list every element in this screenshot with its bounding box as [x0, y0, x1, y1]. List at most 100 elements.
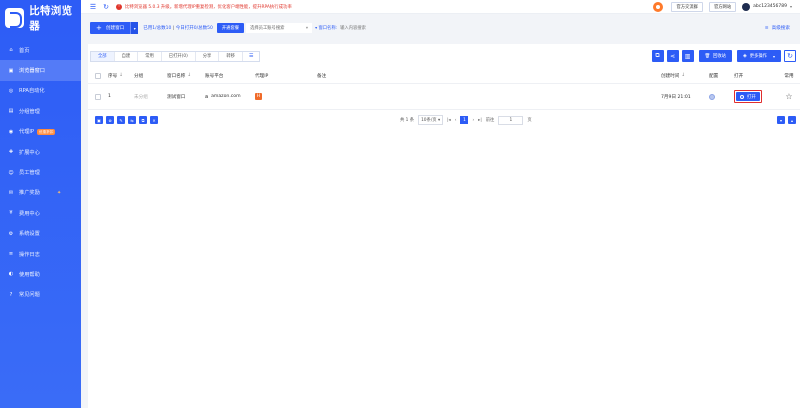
sidebar-item-employees[interactable]: ☺ 员工管理	[0, 162, 81, 182]
batch-actions: ▣ ⊗ ✎ ⇆ ⧉ ✕	[92, 116, 158, 124]
goto-page-input[interactable]: 1	[498, 115, 524, 125]
sidebar-item-groups[interactable]: ▤ 分组管理	[0, 101, 81, 121]
window-search-input[interactable]: 输入内容搜索	[340, 23, 601, 33]
tab-all[interactable]: 全部	[91, 51, 115, 61]
col-index-label: 序号	[108, 73, 118, 79]
recycle-bin-label: 回收站	[713, 54, 726, 59]
notice-text: 比特浏览器 5.0.3 升级。新增代理IP重复检测，优化客户端性能，提升RPA执…	[125, 4, 292, 10]
advanced-search-label: 高级搜索	[771, 26, 790, 31]
create-window-dropdown[interactable]: ▾	[130, 22, 139, 34]
batch-open-icon[interactable]: ▣	[95, 116, 103, 124]
scroll-top-icon[interactable]: ▴	[788, 116, 796, 124]
batch-close-icon[interactable]: ⊗	[106, 116, 114, 124]
recycle-bin-button[interactable]: 🗑 回收站	[698, 50, 732, 62]
sidebar-item-billing[interactable]: ¥ 费用中心	[0, 203, 81, 223]
sidebar-item-logs[interactable]: ≡ 操作日志	[0, 244, 81, 264]
sidebar-item-extensions[interactable]: ✚ 扩展中心	[0, 142, 81, 162]
official-site-button[interactable]: 官方网站	[708, 1, 737, 12]
wallet-icon: ¥	[9, 210, 13, 217]
row-platform-text: amazon.com	[211, 94, 241, 99]
columns-icon[interactable]: ▥	[681, 50, 694, 62]
scroll-bottom-icon[interactable]: ▾	[777, 116, 785, 124]
tab-transferred[interactable]: 转移	[219, 51, 243, 61]
col-favorite: 常用	[784, 73, 794, 79]
sidebar-item-settings[interactable]: ⚙ 系统设置	[0, 224, 81, 244]
tab-self-created[interactable]: 自建	[115, 51, 139, 61]
customer-support-icon[interactable]	[653, 1, 664, 12]
last-page-icon[interactable]: ▸|	[478, 118, 482, 123]
create-window-group: + 创建窗口 ▾	[90, 22, 139, 34]
collapse-menu-icon[interactable]: ☰	[89, 3, 97, 11]
sort-down-icon: ↓	[187, 73, 192, 78]
filter-icon: ≡	[764, 25, 769, 31]
page-size-select[interactable]: 10条/页 ▾	[418, 115, 444, 125]
tab-favorites[interactable]: 常用	[138, 51, 162, 61]
refresh-list-icon[interactable]: ↻	[784, 50, 796, 62]
gear-icon: ⚙	[8, 230, 14, 237]
row-config	[709, 93, 734, 100]
sidebar-item-label: 推广奖励	[19, 190, 40, 197]
amazon-icon: a	[205, 93, 209, 100]
update-notice: ! 比特浏览器 5.0.3 升级。新增代理IP重复检测，优化客户端性能，提升RP…	[116, 3, 292, 10]
open-window-label: 打开	[747, 94, 756, 100]
sidebar-item-label: 操作日志	[19, 251, 40, 258]
config-icon[interactable]	[709, 93, 715, 100]
col-created-label: 创建时间	[661, 73, 680, 79]
batch-copy-icon[interactable]: ⧉	[139, 116, 147, 124]
top-bar: ☰ ↻ ! 比特浏览器 5.0.3 升级。新增代理IP重复检测，优化客户端性能，…	[81, 0, 800, 14]
prev-page-icon[interactable]: ‹	[455, 118, 457, 123]
col-created[interactable]: 创建时间 ↓	[661, 73, 709, 79]
chevron-down-icon: ▾	[305, 25, 309, 31]
share-icon[interactable]: ⋖	[666, 50, 679, 62]
tab-filter-icon[interactable]: ☰	[243, 52, 259, 61]
table-header: 序号 ↓ 分组 窗口名称 ↓ 账号平台 代理IP 备注 创建时间 ↓ 配置 打开 常用	[88, 68, 800, 84]
username[interactable]: abc123456789	[753, 4, 787, 9]
total-count: 共 1 条	[400, 118, 415, 123]
star-icon[interactable]: ☆	[785, 92, 792, 101]
copy-icon[interactable]: ⧉	[651, 50, 664, 62]
official-group-button[interactable]: 官方交流群	[671, 1, 703, 12]
batch-move-icon[interactable]: ⇆	[128, 116, 136, 124]
batch-edit-icon[interactable]: ✎	[117, 116, 125, 124]
col-remark: 备注	[317, 73, 327, 79]
row-index: 1	[108, 94, 111, 99]
col-window-name[interactable]: 窗口名称 ↓	[167, 73, 205, 79]
batch-delete-icon[interactable]: ✕	[150, 116, 158, 124]
tab-opened[interactable]: 已打开(0)	[162, 51, 196, 61]
col-group: 分组	[134, 73, 144, 79]
next-page-icon[interactable]: ›	[472, 118, 474, 123]
tab-shared[interactable]: 分享	[196, 51, 220, 61]
sidebar-item-faq[interactable]: ? 常见问题	[0, 285, 81, 305]
row-proxy: H	[255, 93, 317, 100]
open-window-button[interactable]: 打开	[736, 92, 760, 101]
sidebar-item-proxy[interactable]: ◉ 代理IP 优惠折扣	[0, 122, 81, 142]
row-checkbox[interactable]	[95, 93, 101, 100]
advanced-search-button[interactable]: ≡ 高级搜索	[764, 25, 790, 32]
sidebar-item-help[interactable]: ◐ 使用帮助	[0, 264, 81, 284]
create-window-button[interactable]: + 创建窗口	[90, 22, 131, 34]
chevron-down-icon[interactable]: ▾	[790, 4, 792, 9]
employee-select[interactable]: 选择员工账号搜索 ▾	[246, 23, 313, 33]
users-icon: ☺	[8, 169, 14, 176]
open-plan-button[interactable]: 开通套餐	[216, 23, 245, 33]
avatar[interactable]	[742, 2, 751, 11]
col-open: 打开	[734, 73, 744, 79]
col-index[interactable]: 序号 ↓	[108, 73, 134, 79]
sidebar-item-home[interactable]: ⌂ 首页	[0, 40, 81, 60]
select-all-checkbox[interactable]	[95, 72, 101, 79]
sidebar-item-browser-windows[interactable]: ▣ 浏览器窗口	[0, 60, 81, 81]
first-page-icon[interactable]: |◂	[447, 118, 451, 123]
warning-icon: !	[116, 3, 122, 10]
robot-icon: ◎	[8, 87, 14, 94]
chevron-down-icon: ▾	[133, 25, 136, 31]
help-icon: ◐	[8, 271, 14, 278]
more-actions-button[interactable]: ◈ 更多操作 ▾	[736, 50, 781, 62]
window-table: 序号 ↓ 分组 窗口名称 ↓ 账号平台 代理IP 备注 创建时间 ↓ 配置 打开 常用…	[88, 68, 800, 110]
sidebar-item-rpa[interactable]: ◎ RPA自动化	[0, 81, 81, 101]
open-highlight: 打开	[734, 90, 762, 103]
current-page[interactable]: 1	[460, 116, 469, 124]
sidebar-item-label: 浏览器窗口	[19, 68, 45, 75]
app-root: 比特浏览器 ⌂ 首页 ▣ 浏览器窗口 ◎ RPA自动化 ▤ 分组管理 ◉ 代理I…	[0, 0, 800, 408]
sidebar-item-referral[interactable]: ✉ 推广奖励 ✦	[0, 183, 81, 203]
refresh-icon[interactable]: ↻	[102, 3, 110, 11]
